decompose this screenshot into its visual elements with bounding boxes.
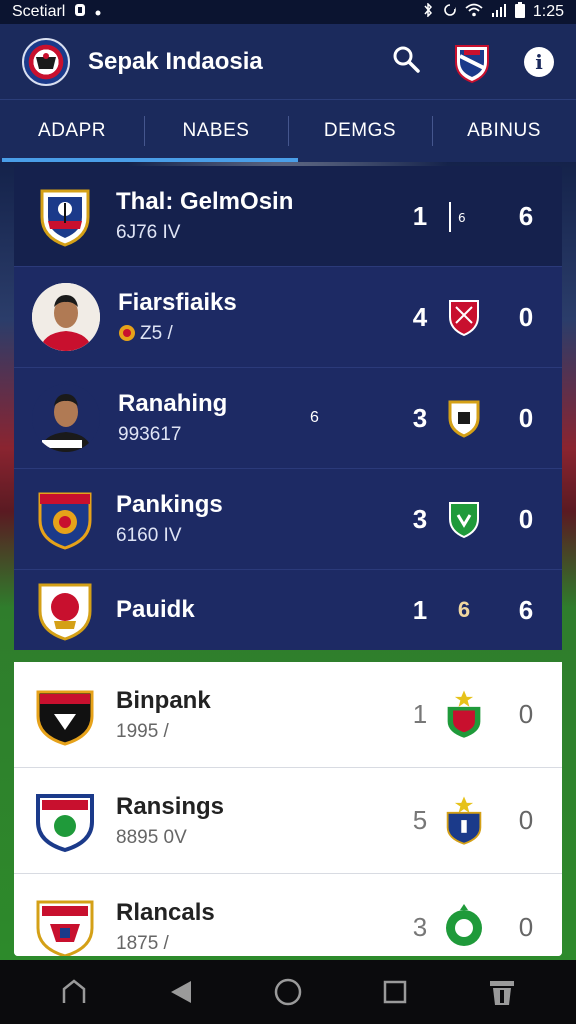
mini-crest-icon [444,295,484,339]
info-icon[interactable]: i [524,46,554,77]
search-icon[interactable] [392,45,420,78]
light-section: Binpank 1995 / 1 0 Ransings 8895 0V 5 0 … [14,662,562,956]
team-meta: 8895 0V [116,826,187,848]
club-crest-icon [36,690,94,746]
club-crest-icon [38,583,92,641]
system-nav-bar [0,960,576,1024]
mini-crest-icon [444,497,484,541]
status-bar: Scetiarl 1:25 [0,0,576,24]
score-home: 3 [412,911,428,942]
list-item[interactable]: Ransings 8895 0V 5 0 [14,768,562,874]
mini-label: 6 [444,588,484,632]
score-away: 0 [518,301,534,332]
score-home: 4 [412,301,428,332]
wifi-icon [465,3,483,22]
mini-crest-icon [444,689,484,738]
score-home: 3 [412,503,428,534]
player-extra-stat: 6 [310,409,319,426]
score-away: 0 [518,805,534,835]
player-name: Ranahing [118,390,228,417]
score-away: 0 [518,503,534,534]
team-meta: 6J76 IV [116,222,181,243]
player-avatar [32,384,100,452]
list-item[interactable]: Pankings 6160 IV 3 0 [14,469,562,570]
club-crest-icon [36,900,94,956]
carrier-label: Scetiarl [12,3,66,20]
team-name: Pankings [116,491,223,518]
trash-icon[interactable] [482,972,522,1012]
score-away: 6 [518,594,534,625]
score-away: 0 [518,699,534,729]
team-meta: 6160 IV [116,525,182,546]
team-name: Thal: GelmOsin [116,188,294,215]
player-meta: Z5 / [118,323,237,345]
tab-bar: ADAPR NABES DEMGS ABINUS [0,100,576,162]
mini-crest-icon [444,795,484,845]
battery-icon [514,1,525,23]
list-item[interactable]: Pauidk 1 6 6 [14,570,562,650]
back-icon[interactable] [161,972,201,1012]
list-item[interactable]: Ranahing 993617 6 3 0 [14,368,562,469]
list-item[interactable]: Fiarsfiaiks Z5 / 4 0 [14,267,562,368]
clock-label: 1:25 [532,3,564,20]
app-logo [22,37,70,86]
team-meta: 1995 / [116,720,169,742]
tab-adapr[interactable]: ADAPR [0,100,144,162]
home-circle-icon[interactable] [268,972,308,1012]
team-meta: 1875 / [116,933,169,954]
signal-icon [491,3,507,22]
app-bar: Sepak Indaosia i [0,24,576,100]
score-home: 1 [412,594,428,625]
score-home: 1 [412,699,428,729]
home-icon[interactable] [54,972,94,1012]
notification-icon [73,3,87,22]
score-away: 6 [518,200,534,231]
team-crest-button[interactable] [450,40,494,84]
team-name: Binpank [116,686,211,714]
team-name: Rlancals [116,899,215,926]
mini-crest-icon [444,904,484,949]
divider-icon: 6 [444,194,484,238]
tab-demgs[interactable]: DEMGS [288,100,432,162]
mini-crest-icon [444,396,484,440]
score-home: 1 [412,200,428,231]
club-crest-icon [38,492,92,550]
tab-abinus[interactable]: ABINUS [432,100,576,162]
list-item[interactable]: Rlancals 1875 / 3 0 [14,874,562,956]
tab-indicator [2,158,298,162]
award-icon [119,325,135,341]
score-home: 5 [412,805,428,835]
list-item[interactable]: Binpank 1995 / 1 0 [14,662,562,768]
standings-list: Thal: GelmOsin 6J76 IV 1 6 6 Fiarsfiaiks… [14,166,562,956]
app-title: Sepak Indaosia [88,47,263,75]
list-item[interactable]: Thal: GelmOsin 6J76 IV 1 6 6 [14,166,562,267]
tab-nabes[interactable]: NABES [144,100,288,162]
player-name: Fiarsfiaiks [118,289,237,316]
player-avatar [32,283,100,351]
player-meta: 993617 [118,424,182,445]
match-mid-label: 6 [458,211,466,225]
bluetooth-icon [421,2,435,22]
match-mid-label: 6 [457,597,471,622]
score-away: 0 [518,402,534,433]
club-crest-icon [36,793,94,852]
dot-icon [95,3,101,21]
recents-icon[interactable] [375,972,415,1012]
player-meta-text: Z5 / [140,323,173,344]
club-crest-icon [40,189,90,247]
score-away: 0 [518,911,534,942]
score-home: 3 [412,402,428,433]
sync-icon [443,2,457,22]
team-name: Pauidk [116,596,195,623]
team-name: Ransings [116,792,225,820]
